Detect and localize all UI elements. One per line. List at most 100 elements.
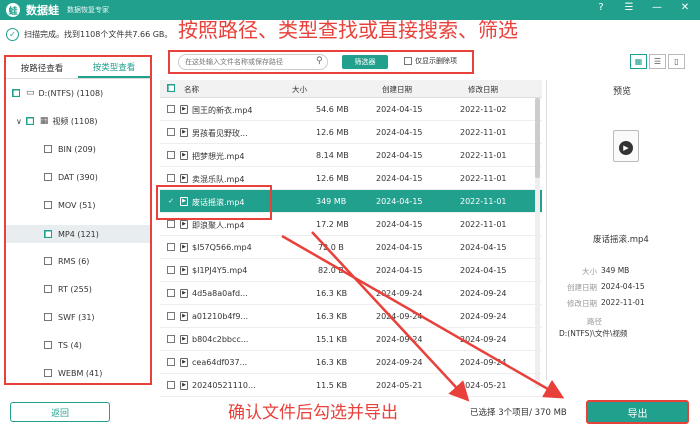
annotation-top: 按照路径、类型查找或直接搜索、筛选 [178,18,518,42]
table-row[interactable]: ▶ $I1PJ4Y5.mp4 82.0 B 2024-04-15 2024-04-15 [160,259,542,282]
cell-size: 72.0 B [318,243,344,252]
checkbox-icon[interactable] [167,128,175,136]
checkbox-icon[interactable]: ■ [44,230,52,238]
search-input[interactable] [178,54,328,70]
tree-item-mov[interactable]: MOV (51) [44,197,96,213]
grid-view-icon[interactable]: ▦ [630,54,647,69]
checkbox-icon[interactable] [44,173,52,181]
checkbox-icon[interactable] [404,57,412,65]
checkbox-icon[interactable]: ■ [25,117,34,125]
tree-item-webm[interactable]: WEBM (41) [44,365,102,381]
tab-by-type[interactable]: 按类型查看 [78,57,150,78]
cell-modified: 2024-09-24 [460,289,507,298]
minimize-icon[interactable]: — [650,2,664,13]
menu-icon[interactable]: ☰ [622,2,636,13]
tree-item-bin[interactable]: BIN (209) [44,141,96,157]
cell-name: $I57Q566.mp4 [192,243,252,252]
file-icon: ▶ [180,128,188,137]
back-button[interactable]: 返回 [10,402,110,422]
cell-modified: 2024-05-21 [460,381,507,390]
checkbox-icon[interactable] [167,358,175,366]
checkbox-icon[interactable] [167,243,175,251]
table-row[interactable]: ▶ b804c2bbcc... 15.1 KB 2024-09-24 2024-09-2… [160,328,542,351]
checkbox-icon[interactable] [167,266,175,274]
cell-created: 2024-04-15 [376,220,423,229]
column-header-name[interactable]: 名称 [184,84,199,95]
cell-size: 12.6 MB [316,174,349,183]
table-row[interactable]: ▶ cea64df037... 16.3 KB 2024-09-24 2024-09-2… [160,351,542,374]
cell-modified: 2022-11-01 [460,174,507,183]
tree-item-rms[interactable]: RMS (6) [44,253,89,269]
column-header-size[interactable]: 大小 [292,84,307,95]
tree-item-label: MP4 (121) [58,229,99,239]
cell-name: 即浪聚人.mp4 [192,221,245,230]
select-all-checkbox[interactable]: ■ [167,84,175,92]
checkbox-icon[interactable] [167,151,175,159]
cell-size: 11.5 KB [316,381,348,390]
checkbox-icon[interactable]: ■ [12,89,20,97]
tree-item-ts[interactable]: TS (4) [44,337,82,353]
checkbox-icon[interactable] [167,220,175,228]
cell-created: 2024-09-24 [376,335,423,344]
tree-item-swf[interactable]: SWF (31) [44,309,95,325]
play-icon[interactable]: ▶ [619,141,633,155]
tree-item-mp4[interactable]: ■ MP4 (121) [6,225,150,243]
tree-item-video[interactable]: ∨ ■ ▦ 视频 (1108) [16,113,98,129]
tree-item-rt[interactable]: RT (255) [44,281,92,297]
tab-by-path[interactable]: 按路径查看 [6,57,78,78]
table-row[interactable]: ▶ 把梦想光.mp4 8.14 MB 2024-04-15 2022-11-01 [160,144,542,167]
cell-modified: 2022-11-01 [460,151,507,160]
scrollbar-thumb[interactable] [535,98,540,178]
table-row[interactable]: ▶ 国王的新衣.mp4 54.6 MB 2024-04-15 2022-11-02 [160,98,542,121]
file-icon: ▶ [180,335,188,344]
checkbox-icon[interactable] [167,312,175,320]
checkbox-icon[interactable] [167,105,175,113]
tree-item-drive[interactable]: ■ ▭ D:(NTFS) (1108) [12,85,103,101]
checkbox-icon[interactable] [44,257,52,265]
preview-pane-icon[interactable]: ▯ [668,54,685,69]
table-row[interactable]: ▶ a01210b4f9... 16.3 KB 2024-09-24 2024-09-2… [160,305,542,328]
cell-name: 男孩看见野玫... [192,129,248,138]
table-scrollbar[interactable] [535,98,540,388]
selection-summary: 已选择 3个项目/ 370 MB [470,408,567,418]
filter-button[interactable]: 筛选器 [342,55,388,69]
export-button[interactable]: 导出 [586,400,689,424]
checkbox-icon[interactable] [44,313,52,321]
checkbox-icon[interactable] [44,145,52,153]
cell-name: 4d5a8a0afd... [192,289,248,298]
deleted-only-toggle[interactable]: 仅显示删除项 [404,56,457,66]
column-header-modified[interactable]: 修改日期 [468,84,498,95]
checkbox-icon[interactable] [44,369,52,377]
cell-modified: 2024-09-24 [460,312,507,321]
sidebar-tabs: 按路径查看 按类型查看 [6,57,150,79]
file-icon: ▶ [180,381,188,390]
file-icon: ▶ [180,174,188,183]
help-icon[interactable]: ? [594,2,608,13]
checkbox-icon[interactable] [167,174,175,182]
checkbox-icon[interactable] [44,341,52,349]
checkbox-icon[interactable] [44,285,52,293]
tree-item-dat[interactable]: DAT (390) [44,169,98,185]
close-icon[interactable]: ✕ [678,2,692,13]
checkbox-icon[interactable] [167,381,175,389]
cell-modified: 2022-11-01 [460,220,507,229]
cell-modified: 2024-04-15 [460,266,507,275]
scan-status: ✓ 扫描完成。找到1108个文件共7.66 GB。 [6,24,172,44]
table-row[interactable]: ▶ 4d5a8a0afd... 16.3 KB 2024-09-24 2024-09-2… [160,282,542,305]
search-icon[interactable]: ⚲ [316,56,323,66]
table-row[interactable]: ▶ 20240521110... 11.5 KB 2024-05-21 2024-05-… [160,374,542,397]
cell-size: 349 MB [316,197,347,206]
table-row[interactable]: ▶ 男孩看见野玫... 12.6 MB 2024-04-15 2022-11-01 [160,121,542,144]
preview-panel: 预览 ▶ 废话摇滚.mp4 大小 349 MB 创建日期 2024-04-15 … [546,80,696,380]
checkbox-icon[interactable] [167,335,175,343]
checkbox-icon[interactable] [44,201,52,209]
checkbox-icon[interactable] [167,289,175,297]
chevron-down-icon[interactable]: ∨ [16,117,22,126]
tree-item-label: RMS (6) [58,256,90,266]
deleted-only-label: 仅显示删除项 [415,57,457,65]
column-header-created[interactable]: 创建日期 [382,84,412,95]
list-view-icon[interactable]: ☰ [649,54,666,69]
scan-status-text: 扫描完成。找到1108个文件共7.66 GB。 [24,29,173,39]
table-row[interactable]: ▶ $I57Q566.mp4 72.0 B 2024-04-15 2024-04-15 [160,236,542,259]
tree-item-label: D:(NTFS) (1108) [38,88,104,98]
